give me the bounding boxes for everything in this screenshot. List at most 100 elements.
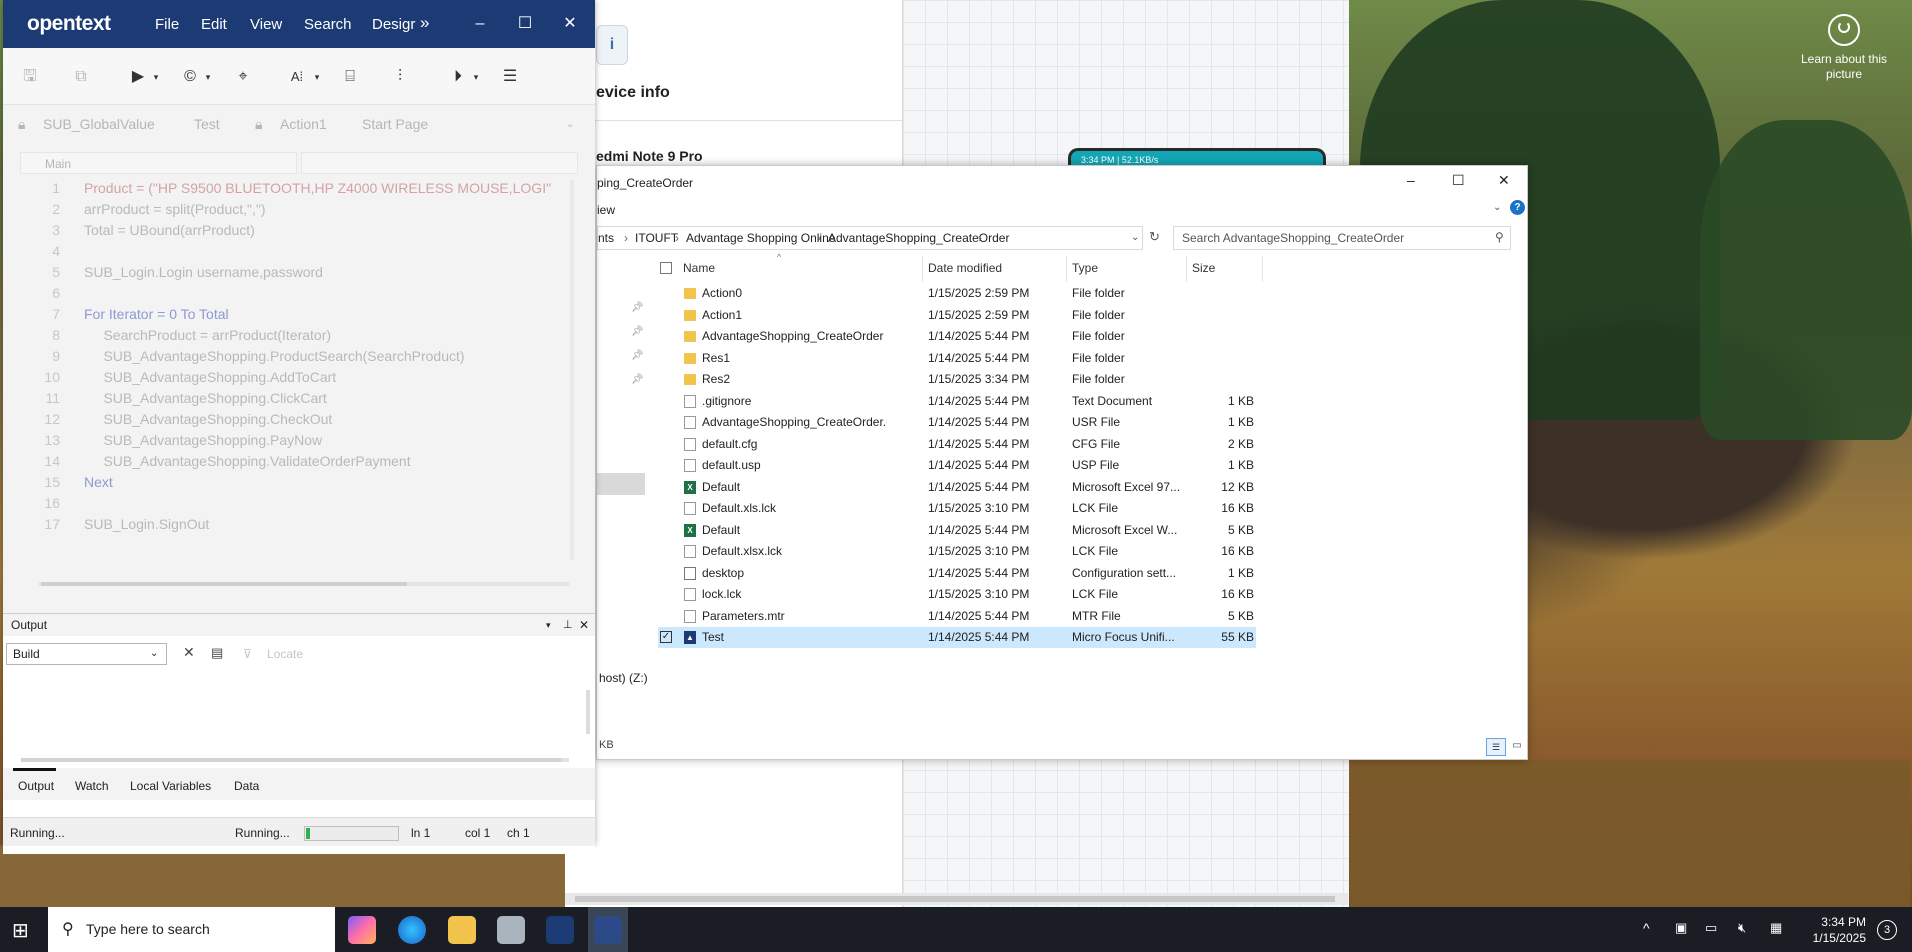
code-line[interactable]: Next: [84, 474, 113, 490]
chevron-down-icon[interactable]: ▾: [306, 66, 328, 88]
menu-view[interactable]: View: [250, 16, 282, 33]
tab-watch[interactable]: Watch: [75, 779, 109, 793]
file-row[interactable]: AdvantageShopping_CreateOrder 1/14/2025 5…: [658, 326, 1256, 347]
system-clock[interactable]: 3:34 PM 1/15/2025: [1813, 914, 1866, 946]
breadcrumb-item[interactable]: ITOUFT: [635, 227, 678, 249]
ai-icon[interactable]: A⁞: [286, 66, 308, 88]
save-all-icon[interactable]: ⧉: [70, 66, 92, 88]
chevron-down-icon[interactable]: ▾: [197, 66, 219, 88]
list-icon[interactable]: ☰: [499, 66, 521, 88]
vertical-scrollbar[interactable]: [586, 690, 590, 734]
info-icon[interactable]: i: [596, 25, 628, 65]
code-line[interactable]: SUB_AdvantageShopping.ValidateOrderPayme…: [84, 453, 410, 469]
code-line[interactable]: SUB_AdvantageShopping.AddToCart: [84, 369, 336, 385]
output-source-select[interactable]: Build ⌄: [6, 643, 167, 665]
file-row[interactable]: Default.xls.lck 1/15/2025 3:10 PM LCK File…: [658, 498, 1256, 519]
row-checkbox[interactable]: ✓: [660, 631, 672, 643]
maximize-button[interactable]: ☐: [1452, 172, 1465, 189]
tabs-overflow-icon[interactable]: ⌄: [566, 119, 574, 130]
network-icon[interactable]: ▭: [1705, 920, 1717, 936]
breadcrumb-item[interactable]: AdvantageShopping_CreateOrder: [828, 227, 1009, 249]
breadcrumb-item[interactable]: Advantage Shopping Online: [686, 227, 835, 249]
minimize-button[interactable]: –: [1407, 172, 1415, 188]
file-row[interactable]: X Default 1/14/2025 5:44 PM Microsoft Excel…: [658, 520, 1256, 541]
code-line[interactable]: For Iterator = 0 To Total: [84, 306, 229, 322]
chevron-down-icon[interactable]: ▾: [465, 66, 487, 88]
tab-output[interactable]: Output: [18, 779, 54, 793]
menu-design[interactable]: Desigr: [372, 16, 415, 33]
file-row[interactable]: Res2 1/15/2025 3:34 PM File folder: [658, 369, 1256, 390]
refresh-icon[interactable]: ↻: [1149, 229, 1160, 245]
code-line[interactable]: SUB_AdvantageShopping.ClickCart: [84, 390, 326, 406]
pin-icon[interactable]: 📌︎: [631, 374, 644, 385]
file-row[interactable]: lock.lck 1/15/2025 3:10 PM LCK File 16 KB: [658, 584, 1256, 605]
file-row[interactable]: X Default 1/14/2025 5:44 PM Microsoft Excel…: [658, 477, 1256, 498]
tab-action1[interactable]: Action1: [280, 116, 327, 132]
action-combo[interactable]: Main: [20, 152, 297, 174]
close-icon[interactable]: ✕: [579, 614, 589, 636]
code-line[interactable]: Total = UBound(arrProduct): [84, 222, 255, 238]
tab-data[interactable]: Data: [234, 779, 259, 793]
horizontal-scrollbar[interactable]: [565, 893, 1348, 905]
file-explorer-icon[interactable]: [448, 916, 476, 944]
uft-running-icon[interactable]: [594, 916, 622, 944]
file-row[interactable]: default.usp 1/14/2025 5:44 PM USP File 1 KB: [658, 455, 1256, 476]
select-all-checkbox[interactable]: [660, 262, 672, 274]
horizontal-scrollbar[interactable]: [21, 758, 569, 762]
tab-start-page[interactable]: Start Page: [362, 116, 428, 132]
details-view-icon[interactable]: ☰: [1486, 738, 1506, 756]
file-row[interactable]: Action0 1/15/2025 2:59 PM File folder: [658, 283, 1256, 304]
chevron-down-icon[interactable]: ⌄: [1493, 202, 1501, 213]
save-icon[interactable]: 🖫︎: [19, 66, 41, 88]
column-header-date[interactable]: Date modified: [928, 261, 1002, 275]
taskbar-search[interactable]: ⚲ Type here to search: [48, 907, 335, 952]
code-line[interactable]: SUB_Login.Login username,password: [84, 264, 323, 280]
clear-icon[interactable]: ✕: [183, 644, 195, 661]
file-row[interactable]: desktop 1/14/2025 5:44 PM Configuration se…: [658, 563, 1256, 584]
uft-taskbar-icon[interactable]: [546, 916, 574, 944]
control-panel-icon[interactable]: [497, 916, 525, 944]
copilot-icon[interactable]: [348, 916, 376, 944]
code-line[interactable]: SUB_Login.SignOut: [84, 516, 209, 532]
archive-icon[interactable]: ⌸: [339, 66, 361, 88]
menu-edit[interactable]: Edit: [201, 16, 227, 33]
pin-icon[interactable]: ⊥: [563, 614, 573, 636]
code-line[interactable]: SUB_AdvantageShopping.CheckOut: [84, 411, 332, 427]
volume-muted-icon[interactable]: 🔇︎: [1738, 920, 1746, 936]
column-header-type[interactable]: Type: [1072, 261, 1098, 275]
more-menu-icon[interactable]: »: [420, 13, 429, 33]
close-button[interactable]: ✕: [558, 12, 582, 36]
address-bar[interactable]: nts › ITOUFT › Advantage Shopping Online…: [597, 226, 1143, 250]
chevron-down-icon[interactable]: ⌄: [1131, 227, 1139, 249]
large-icons-view-icon[interactable]: ▭: [1508, 738, 1526, 754]
wrap-icon[interactable]: ▤: [211, 645, 223, 661]
help-icon[interactable]: ?: [1510, 200, 1525, 215]
spotlight-learn-more[interactable]: Learn about this picture: [1796, 14, 1892, 82]
tab-local-variables[interactable]: Local Variables: [130, 779, 211, 793]
code-line[interactable]: Product = ("HP S9500 BLUETOOTH,HP Z4000 …: [84, 180, 551, 196]
search-input[interactable]: Search AdvantageShopping_CreateOrder: [1173, 226, 1511, 250]
nav-drive-item[interactable]: host) (Z:): [599, 671, 648, 685]
file-row[interactable]: Action1 1/15/2025 2:59 PM File folder: [658, 305, 1256, 326]
tab-sub-globalvalue[interactable]: SUB_GlobalValue: [43, 116, 155, 132]
nav-pane-selected-item[interactable]: [597, 473, 645, 495]
pin-icon[interactable]: 📌︎: [631, 326, 644, 337]
file-row[interactable]: Res1 1/14/2025 5:44 PM File folder: [658, 348, 1256, 369]
minimize-button[interactable]: –: [468, 12, 492, 36]
breadcrumb-item[interactable]: nts: [598, 227, 614, 249]
meet-icon[interactable]: ▣: [1675, 920, 1687, 936]
calendar-icon[interactable]: ▦: [1770, 920, 1782, 936]
pin-icon[interactable]: 📌︎: [631, 350, 644, 361]
code-line[interactable]: SUB_AdvantageShopping.ProductSearch(Sear…: [84, 348, 464, 364]
chevron-up-icon[interactable]: ^: [1643, 920, 1650, 936]
column-header-name[interactable]: Name: [683, 261, 715, 275]
vertical-scrollbar[interactable]: [570, 180, 574, 560]
code-line[interactable]: SUB_AdvantageShopping.PayNow: [84, 432, 322, 448]
tab-test[interactable]: Test: [194, 116, 220, 132]
locate-button[interactable]: Locate: [267, 647, 303, 661]
object-spy-icon[interactable]: ⌖: [232, 66, 254, 88]
code-line[interactable]: arrProduct = split(Product,","): [84, 201, 266, 217]
file-row[interactable]: Default.xlsx.lck 1/15/2025 3:10 PM LCK Fil…: [658, 541, 1256, 562]
pin-icon[interactable]: 📌︎: [631, 302, 644, 313]
horizontal-scrollbar[interactable]: [39, 582, 569, 586]
